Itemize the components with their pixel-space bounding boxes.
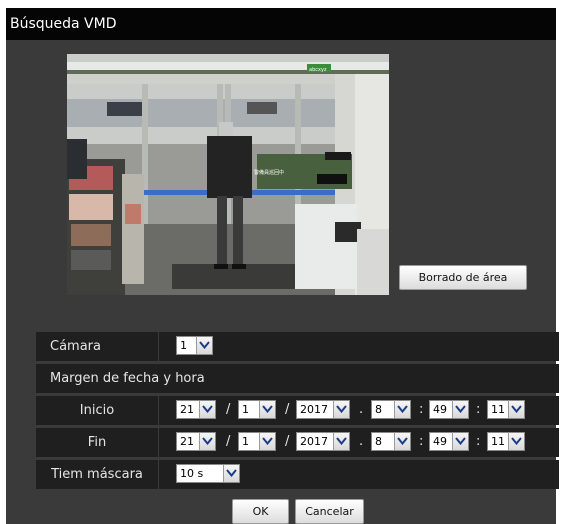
end-year-value: 2017: [300, 435, 328, 448]
mask-time-select[interactable]: 10 s: [176, 464, 240, 483]
time-separator: :: [419, 402, 424, 417]
clear-area-button[interactable]: Borrado de área: [399, 265, 527, 290]
chevron-down-icon: [223, 465, 239, 482]
cancel-button[interactable]: Cancelar: [295, 499, 364, 524]
camera-label: Cámara: [36, 332, 159, 361]
start-month-select[interactable]: 1: [238, 400, 276, 419]
camera-row: Cámara 1: [36, 332, 559, 361]
date-range-row: Margen de fecha y hora: [36, 364, 559, 393]
end-month-select[interactable]: 1: [238, 432, 276, 451]
start-day-select[interactable]: 21: [176, 400, 216, 419]
end-minute-value: 49: [433, 435, 447, 448]
datetime-separator: .: [359, 434, 364, 449]
sign-text: abcxyz: [309, 67, 327, 73]
chevron-down-icon: [259, 433, 275, 450]
start-year-select[interactable]: 2017: [296, 400, 350, 419]
chevron-down-icon: [508, 433, 524, 450]
end-row: Fin 21 / 1 / 2017 . 8 : 49 : 11: [36, 428, 559, 457]
camera-value: 1: [180, 339, 187, 352]
time-separator: :: [476, 434, 481, 449]
chevron-down-icon: [333, 433, 349, 450]
date-separator: /: [226, 434, 231, 449]
end-day-select[interactable]: 21: [176, 432, 216, 451]
end-second-value: 11: [491, 435, 505, 448]
start-label: Inicio: [36, 396, 159, 425]
start-second-value: 11: [491, 403, 505, 416]
chevron-down-icon: [394, 433, 410, 450]
chevron-down-icon: [508, 401, 524, 418]
end-hour-select[interactable]: 8: [371, 432, 411, 451]
date-range-label: Margen de fecha y hora: [50, 371, 205, 386]
end-month-value: 1: [242, 435, 249, 448]
chevron-down-icon: [259, 401, 275, 418]
start-hour-value: 8: [375, 403, 382, 416]
mask-time-label: Tiem máscara: [36, 460, 159, 489]
chevron-down-icon: [199, 401, 215, 418]
mask-time-row: Tiem máscara 10 s: [36, 460, 559, 489]
chevron-down-icon: [452, 401, 468, 418]
chevron-down-icon: [196, 337, 212, 354]
datetime-separator: .: [359, 402, 364, 417]
date-separator: /: [285, 434, 290, 449]
start-year-value: 2017: [300, 403, 328, 416]
end-year-select[interactable]: 2017: [296, 432, 350, 451]
end-minute-select[interactable]: 49: [429, 432, 469, 451]
chevron-down-icon: [452, 433, 468, 450]
ok-button[interactable]: OK: [232, 499, 289, 524]
camera-image[interactable]: abcxyz 警備員巡回中: [67, 54, 389, 295]
mask-time-value: 10 s: [180, 467, 204, 480]
end-second-select[interactable]: 11: [487, 432, 525, 451]
chevron-down-icon: [394, 401, 410, 418]
camera-scene: abcxyz 警備員巡回中: [67, 54, 389, 295]
start-day-value: 21: [180, 403, 194, 416]
end-label: Fin: [36, 428, 159, 457]
start-hour-select[interactable]: 8: [371, 400, 411, 419]
start-month-value: 1: [242, 403, 249, 416]
start-second-select[interactable]: 11: [487, 400, 525, 419]
window-title: Búsqueda VMD: [6, 8, 556, 40]
time-separator: :: [419, 434, 424, 449]
chevron-down-icon: [333, 401, 349, 418]
poster-text: 警備員巡回中: [254, 169, 284, 176]
end-hour-value: 8: [375, 435, 382, 448]
end-day-value: 21: [180, 435, 194, 448]
chevron-down-icon: [199, 433, 215, 450]
date-separator: /: [285, 402, 290, 417]
vmd-search-window: Búsqueda VMD abcxyz 警備員巡回中 Borrado de ár…: [6, 8, 559, 524]
date-separator: /: [226, 402, 231, 417]
start-row: Inicio 21 / 1 / 2017 . 8 : 49 : 11: [36, 396, 559, 425]
start-minute-value: 49: [433, 403, 447, 416]
camera-select[interactable]: 1: [176, 336, 213, 355]
time-separator: :: [476, 402, 481, 417]
start-minute-select[interactable]: 49: [429, 400, 469, 419]
